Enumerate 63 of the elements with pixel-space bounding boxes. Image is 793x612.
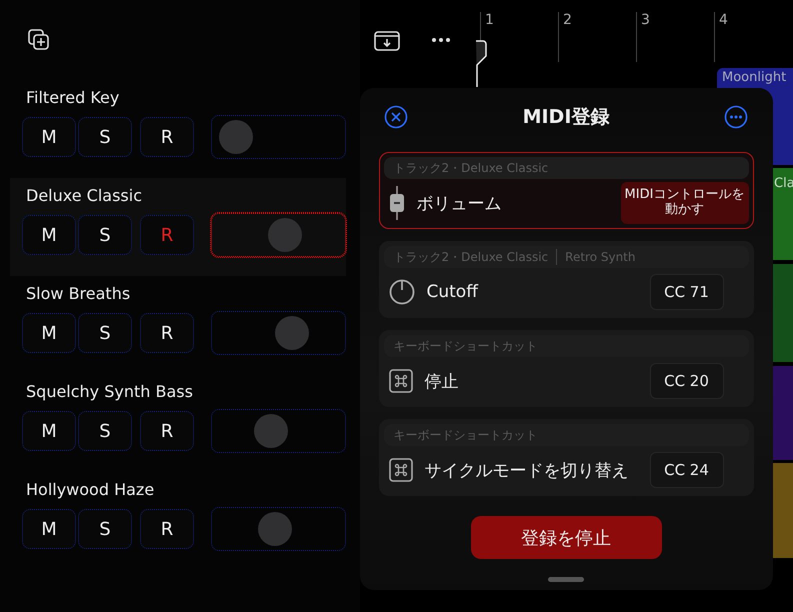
source-label: トラック2・Deluxe Classic <box>394 248 548 266</box>
volume-slider[interactable] <box>211 409 346 453</box>
parameter-name: サイクルモードを切り替え <box>424 460 630 482</box>
knob-icon <box>388 279 414 305</box>
volume-slider[interactable] <box>211 115 346 159</box>
drag-handle[interactable] <box>548 577 584 582</box>
midi-control-button[interactable]: CC 24 <box>650 452 724 488</box>
parameter-name: 停止 <box>424 370 460 392</box>
track-toggle-button[interactable]: S <box>78 117 132 157</box>
volume-slider[interactable] <box>211 213 346 257</box>
track-toggle-button[interactable]: S <box>78 509 132 549</box>
track-toggle-button[interactable]: R <box>140 509 194 549</box>
midi-control-button[interactable]: CC 71 <box>650 274 724 310</box>
track-toggle-button[interactable]: M <box>22 313 76 353</box>
track-toggle-button[interactable]: S <box>78 215 132 255</box>
track-toggle-button[interactable]: S <box>78 411 132 451</box>
track-toggle-button[interactable]: M <box>22 411 76 451</box>
track-toggle-button[interactable]: R <box>140 215 194 255</box>
bar-number: 4 <box>714 12 728 62</box>
track-name: Slow Breaths <box>26 284 132 305</box>
save-tray-icon[interactable] <box>374 30 400 52</box>
source-label: トラック2・Deluxe Classic <box>394 160 548 176</box>
source-label: Retro Synth <box>565 250 636 264</box>
slider-knob[interactable] <box>274 316 309 350</box>
bar-number: 3 <box>636 12 650 62</box>
track-toggle-button[interactable]: M <box>22 215 76 255</box>
add-copy-icon[interactable] <box>27 28 51 52</box>
track-toggle-button[interactable]: M <box>22 509 76 549</box>
volume-slider[interactable] <box>211 507 346 551</box>
assignment-card[interactable]: トラック2・Deluxe Classic ボリューム MIDIコントロールを動かす <box>378 152 754 229</box>
assignment-card[interactable]: キーボードショートカット サイクルモードを切り替え CC 24 <box>378 419 754 496</box>
midi-control-button[interactable]: MIDIコントロールを動かす <box>620 182 748 224</box>
midi-control-button[interactable]: CC 20 <box>650 363 724 399</box>
track-toggle-button[interactable]: R <box>140 313 194 353</box>
track-name: Deluxe Classic <box>26 186 143 207</box>
parameter-name: Cutoff <box>426 282 480 302</box>
track-toggle-button[interactable]: R <box>140 411 194 451</box>
parameter-name: ボリューム <box>416 192 502 214</box>
track-toggle-button[interactable]: S <box>78 313 132 353</box>
track-toggle-button[interactable]: M <box>22 117 76 157</box>
assignment-card[interactable]: トラック2・Deluxe Classic Retro Synth Cutoff CC 71 <box>378 241 754 318</box>
track-name: Hollywood Haze <box>26 480 156 501</box>
close-icon[interactable] <box>384 105 408 129</box>
track-toggle-button[interactable]: R <box>140 117 194 157</box>
assignment-card[interactable]: キーボードショートカット 停止 CC 20 <box>378 330 754 407</box>
slider-knob[interactable] <box>218 120 253 154</box>
source-label: キーボードショートカット <box>394 426 538 444</box>
more-icon[interactable] <box>431 37 451 43</box>
dialog-title: MIDI登録 <box>522 105 610 130</box>
slider-knob[interactable] <box>258 512 292 546</box>
playhead[interactable] <box>475 40 487 88</box>
volume-slider[interactable] <box>211 311 346 355</box>
source-label: キーボードショートカット <box>394 338 538 354</box>
command-key-icon <box>388 369 412 393</box>
fader-icon <box>388 186 404 220</box>
stop-learning-button[interactable]: 登録を停止 <box>470 516 662 559</box>
command-key-icon <box>388 458 412 482</box>
region-name: Moonlight <box>721 69 788 85</box>
slider-knob[interactable] <box>254 414 288 448</box>
slider-knob[interactable] <box>268 218 302 252</box>
track-name: Squelchy Synth Bass <box>26 382 194 403</box>
bar-number: 2 <box>558 12 572 62</box>
track-name: Filtered Key <box>26 88 120 109</box>
